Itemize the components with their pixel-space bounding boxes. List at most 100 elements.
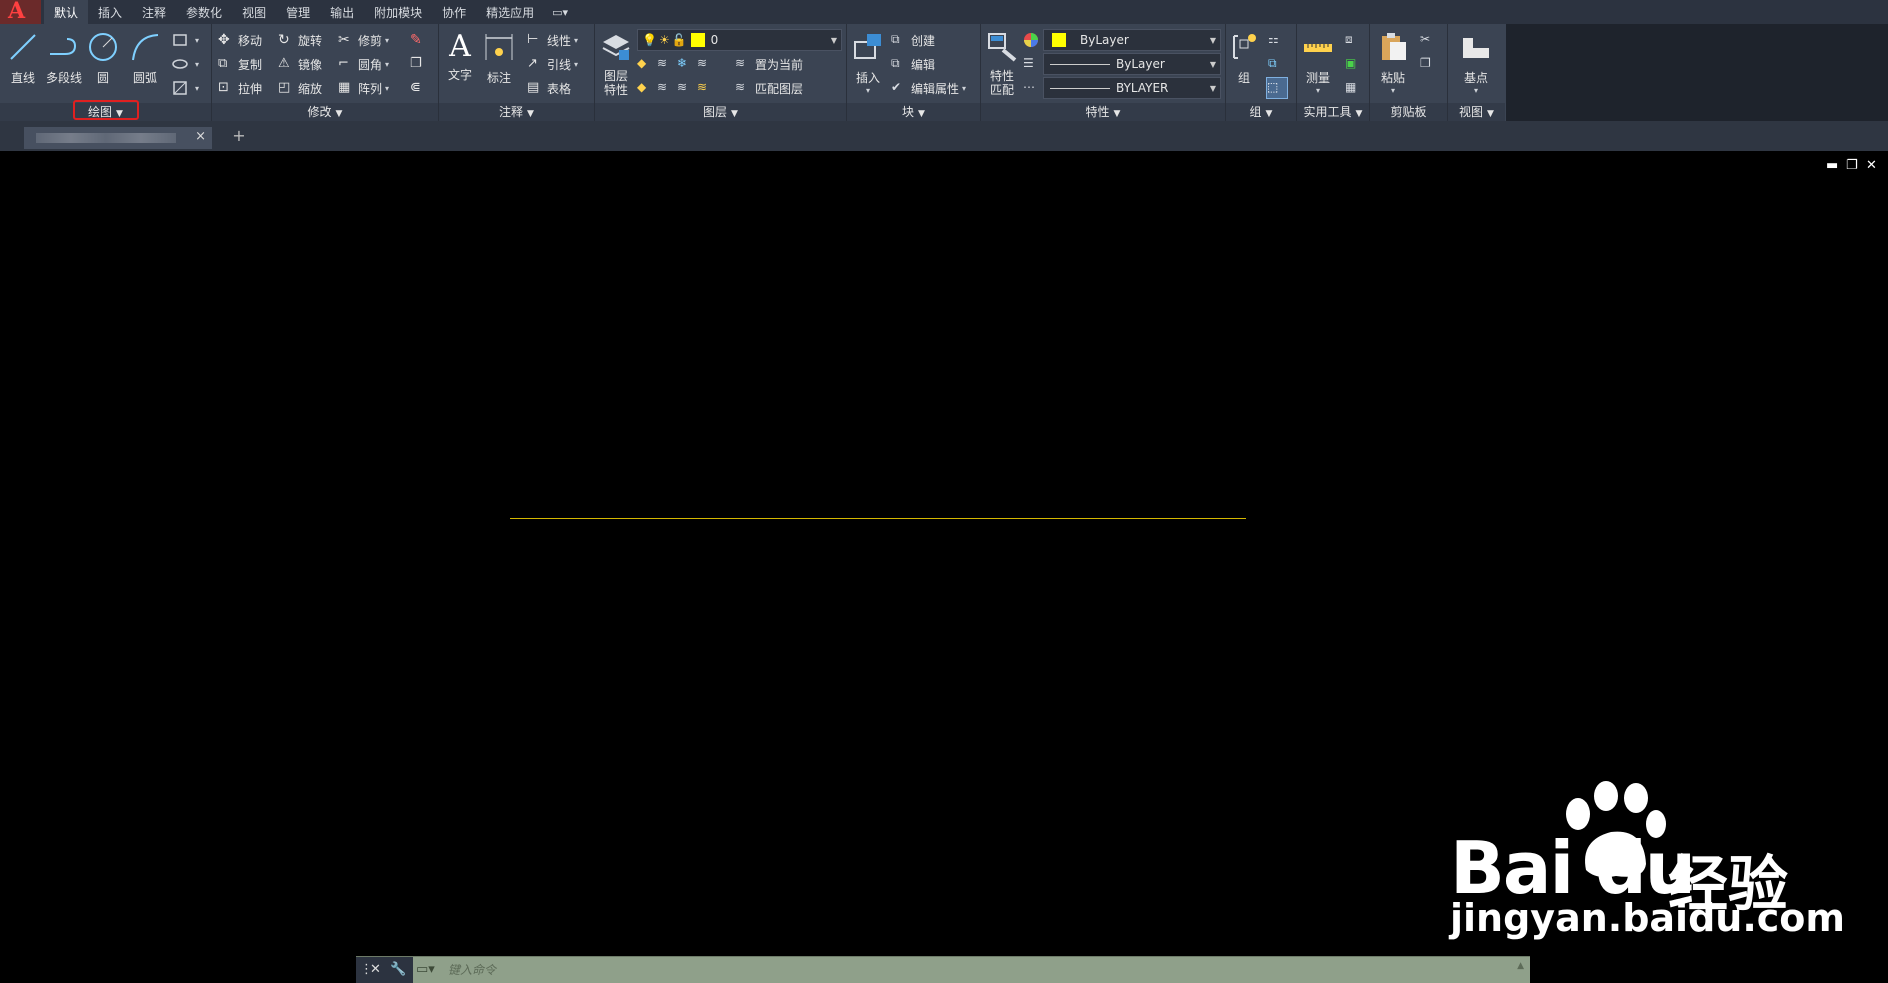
tab-insert[interactable]: 插入 [88,0,132,24]
modify-panel-footer[interactable]: 修改 ▼ [212,103,438,121]
groups-panel-footer[interactable]: 组 ▼ [1226,103,1296,121]
quick-select-button[interactable]: ⧈ [1345,30,1365,50]
layer-thaw-icon[interactable]: ≋ [677,80,693,96]
color-dropdown[interactable]: ByLayer ▼ [1043,29,1221,51]
set-current-icon: ≋ [735,56,746,70]
arc-button[interactable]: 圆弧 [126,30,164,86]
tab-featured-apps[interactable]: 精选应用 [476,0,544,24]
color-wheel-button[interactable] [1023,30,1043,50]
hatch-button[interactable]: ▾ [172,78,199,98]
tab-default[interactable]: 默认 [44,0,89,24]
lineweight-dropdown[interactable]: BYLAYER ▼ [1043,77,1221,99]
edit-attributes-button[interactable]: ✔ 编辑属性 ▾ [891,78,966,98]
lineweight-icon-button[interactable]: ☰ [1023,54,1043,74]
annotation-panel-footer[interactable]: 注释 ▼ [439,103,594,121]
table-button[interactable]: ▤ 表格 [527,78,571,98]
calculator-icon: ▦ [1345,80,1357,94]
document-tab[interactable]: × [24,127,212,149]
view-panel-footer[interactable]: 视图 ▼ [1448,103,1505,121]
linetype-icon-button[interactable]: ⋯ [1023,78,1043,98]
tab-collaborate[interactable]: 协作 [432,0,476,24]
linetype-dropdown[interactable]: ByLayer ▼ [1043,53,1221,75]
calculator-button[interactable]: ▦ [1345,78,1365,98]
erase-button[interactable]: ✎ [410,30,430,50]
layer-unlock-icon[interactable]: ≋ [697,80,713,96]
paste-button[interactable]: 粘贴 ▾ [1376,30,1410,95]
block-panel-footer[interactable]: 块 ▼ [847,103,980,121]
text-button[interactable]: A 文字 [443,30,477,83]
panel-modify: ✥ 移动 ⧉ 复制 ⊡ 拉伸 ↻ 旋转 ⚠ 镜像 ◰ 缩放 ✂ 修剪 ▾ ⌐ 圆角 ▾ ▦ 阵列 ▾ ✎… [212,24,439,121]
rectangle-button[interactable]: ▾ [172,30,199,50]
close-icon[interactable]: ✕ [370,962,381,977]
tab-output[interactable]: 输出 [320,0,364,24]
line-button[interactable]: 直线 [4,30,42,86]
cut-button[interactable]: ✂ [1420,30,1440,50]
layer-lock-icon[interactable]: ≋ [697,56,713,72]
rotate-button[interactable]: ↻ 旋转 [278,30,322,50]
circle-button[interactable]: 圆 [86,30,120,86]
base-view-button[interactable]: 基点 ▾ [1456,30,1496,95]
stretch-button[interactable]: ⊡ 拉伸 [218,78,262,98]
layer-unisolate-icon[interactable]: ≋ [657,80,673,96]
trim-button[interactable]: ✂ 修剪 ▾ [338,30,389,50]
layer-on-icon[interactable]: ◆ [637,80,653,96]
command-history-icon[interactable]: ▭▾ [416,962,435,977]
layer-off-icon[interactable]: ◆ [637,56,653,72]
array-button[interactable]: ▦ 阵列 ▾ [338,78,389,98]
layer-dropdown[interactable]: 💡 ☀ 🔓 0 ▼ [637,29,842,51]
ribbon-display-toggle[interactable]: ▭▾ [544,0,576,24]
copy-clip-button[interactable]: ❐ [1420,54,1440,74]
match-layer-button[interactable]: ≋ 匹配图层 [735,78,803,98]
offset-button[interactable]: ⋐ [410,78,430,98]
close-window-icon[interactable]: ✕ [1866,158,1877,173]
tab-annotate[interactable]: 注释 [132,0,176,24]
dimension-button[interactable]: 标注 [481,30,517,86]
explode-button[interactable]: ❐ [410,54,430,74]
tab-view[interactable]: 视图 [232,0,276,24]
utilities-panel-footer[interactable]: 实用工具 ▼ [1297,103,1369,121]
polyline-button[interactable]: 多段线 [44,30,84,86]
close-icon[interactable]: × [195,129,206,144]
tab-manage[interactable]: 管理 [276,0,320,24]
ellipse-button[interactable]: ▾ [172,54,199,74]
chevron-up-icon[interactable]: ▲ [1517,961,1524,971]
app-logo[interactable]: A [0,0,41,24]
ribbon: 直线 多段线 圆 圆弧 ▾ ▾ ▾ 绘图 ▼ ✥ 移动 ⧉ 复制 ⊡ 拉伸 ↻ 旋转 ⚠ 镜… [0,24,1506,121]
group-button[interactable]: 组 [1228,30,1260,86]
tab-addins[interactable]: 附加模块 [364,0,432,24]
group-edit-button[interactable]: ⧉ [1268,54,1288,74]
fillet-icon: ⌐ [338,56,349,71]
layers-panel-footer[interactable]: 图层 ▼ [595,103,846,121]
insert-block-icon [854,34,881,59]
linear-dim-button[interactable]: ⊢ 线性 ▾ [527,30,578,50]
insert-block-button[interactable]: 插入 ▾ [851,30,885,95]
select-all-button[interactable]: ▣ [1345,54,1365,74]
drawn-line[interactable] [510,518,1246,519]
ungroup-button[interactable]: ⚏ [1268,30,1288,50]
tab-parametric[interactable]: 参数化 [176,0,232,24]
leader-button[interactable]: ↗ 引线 ▾ [527,54,578,74]
mirror-button[interactable]: ⚠ 镜像 [278,54,322,74]
command-input[interactable]: 键入命令 [448,957,496,983]
restore-icon[interactable]: ❐ [1846,158,1858,173]
move-label: 移动 [238,33,263,48]
set-current-button[interactable]: ≋ 置为当前 [735,54,803,74]
move-button[interactable]: ✥ 移动 [218,30,262,50]
properties-panel-footer[interactable]: 特性 ▼ [981,103,1225,121]
scale-button[interactable]: ◰ 缩放 [278,78,322,98]
layer-properties-button[interactable]: 图层 特性 [599,30,633,97]
copy-button[interactable]: ⧉ 复制 [218,54,262,74]
new-tab-button[interactable]: + [228,126,250,146]
edit-block-button[interactable]: ⧉ 编辑 [891,54,935,74]
table-label: 表格 [547,81,572,96]
wrench-icon[interactable]: 🔧 [390,962,406,977]
layer-freeze-icon[interactable]: ❄ [677,56,693,72]
create-block-button[interactable]: ⧉ 创建 [891,30,935,50]
measure-button[interactable]: 测量 ▾ [1301,30,1335,95]
minimize-icon[interactable]: ▬ [1826,158,1838,173]
fillet-button[interactable]: ⌐ 圆角 ▾ [338,54,389,74]
clipboard-panel-footer[interactable]: 剪贴板 [1370,103,1447,121]
match-properties-button[interactable]: 特性 匹配 [985,30,1019,97]
layer-isolate-icon[interactable]: ≋ [657,56,673,72]
group-select-button[interactable]: ⬚ [1266,77,1288,99]
